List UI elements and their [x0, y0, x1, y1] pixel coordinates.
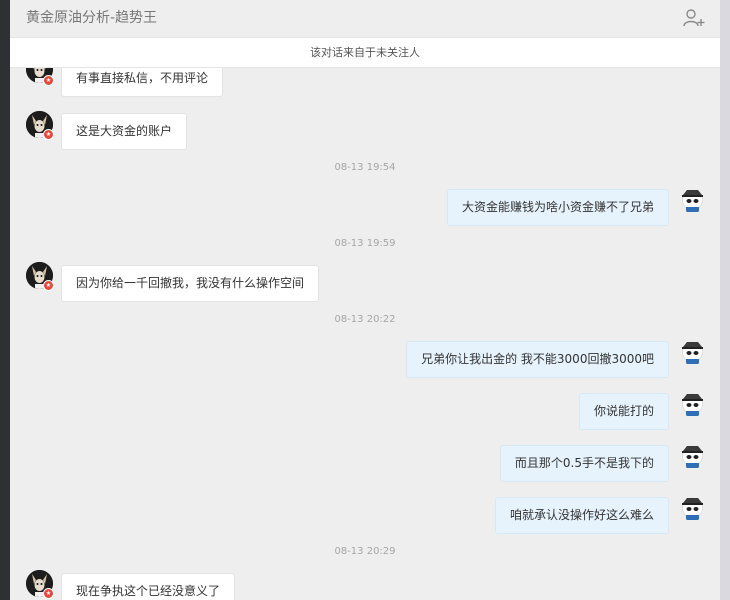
verified-badge-icon: ★ [43, 75, 54, 86]
add-user-icon[interactable] [682, 6, 706, 30]
verified-badge-icon: ★ [43, 280, 54, 291]
message-bubble: 你说能打的 [578, 393, 669, 430]
verified-badge-icon: ★ [43, 129, 54, 140]
timestamp: 08-13 19:54 [334, 162, 396, 173]
conversation-title: 黄金原油分析-趋势王 [26, 10, 158, 26]
message-bubble: 这是大资金的账户 [61, 113, 188, 150]
message-bubble: 兄弟你让我出金的 我不能3000回撤3000吧 [406, 341, 669, 378]
message-list: ★ 有事直接私信，不用评论 ★ 这是大资金的账户 08-13 19:54 大资金… [10, 68, 720, 600]
message-other: ★ 现在争执这个已经没意义了 [10, 68, 720, 600]
title-bar: 黄金原油分析-趋势王 [10, 0, 720, 38]
stranger-notice: 该对话来自于未关注人 [10, 38, 720, 68]
timestamp: 08-13 20:29 [334, 546, 396, 557]
left-sidebar-strip [0, 0, 10, 600]
message-bubble: 现在争执这个已经没意义了 [61, 573, 236, 600]
verified-badge-icon: ★ [43, 588, 54, 599]
message-bubble: 咱就承认没操作好这么难么 [494, 497, 669, 534]
chat-window: 黄金原油分析-趋势王 该对话来自于未关注人 ★ 有事直接私信，不用评论 ★ 这是… [10, 0, 720, 600]
timestamp: 08-13 19:59 [334, 238, 396, 249]
right-scroll-strip [720, 0, 730, 600]
message-bubble: 因为你给一千回撤我，我没有什么操作空间 [61, 265, 320, 302]
panda-avatar[interactable] [679, 390, 706, 417]
message-bubble: 大资金能赚钱为啥小资金赚不了兄弟 [446, 189, 669, 226]
panda-avatar[interactable] [679, 442, 706, 469]
panda-avatar[interactable] [679, 186, 706, 213]
timestamp: 08-13 20:22 [334, 314, 396, 325]
message-bubble: 有事直接私信，不用评论 [61, 68, 224, 97]
message-bubble: 而且那个0.5手不是我下的 [499, 445, 669, 482]
panda-avatar[interactable] [679, 494, 706, 521]
panda-avatar[interactable] [679, 338, 706, 365]
